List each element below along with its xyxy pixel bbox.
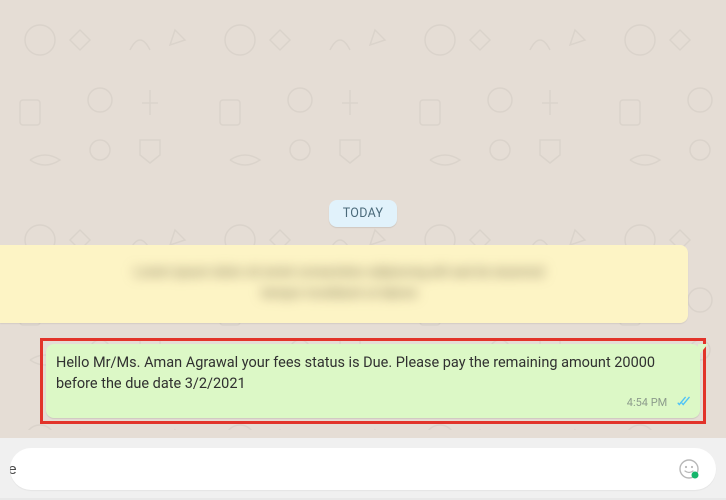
read-receipt-icon: [674, 396, 690, 410]
chat-content: TODAY Lorem ipsum dolor sit amet consect…: [0, 0, 726, 430]
message-meta: 4:54 PM: [56, 396, 690, 410]
composer-bar: [0, 438, 726, 500]
date-badge: TODAY: [329, 200, 398, 227]
message-text: Hello Mr/Ms. Aman Agrawal your fees stat…: [56, 352, 690, 394]
outgoing-message[interactable]: Hello Mr/Ms. Aman Agrawal your fees stat…: [46, 344, 700, 418]
encryption-notice[interactable]: Lorem ipsum dolor sit amet consectetur a…: [0, 245, 688, 323]
sticker-icon[interactable]: [678, 458, 700, 480]
message-time: 4:54 PM: [627, 396, 667, 409]
date-divider: TODAY: [0, 200, 726, 227]
highlight-annotation: Hello Mr/Ms. Aman Agrawal your fees stat…: [40, 338, 706, 424]
composer-input-wrapper[interactable]: [10, 448, 716, 490]
encryption-notice-text: Lorem ipsum dolor sit amet consectetur a…: [20, 263, 658, 305]
message-input[interactable]: [10, 461, 670, 478]
